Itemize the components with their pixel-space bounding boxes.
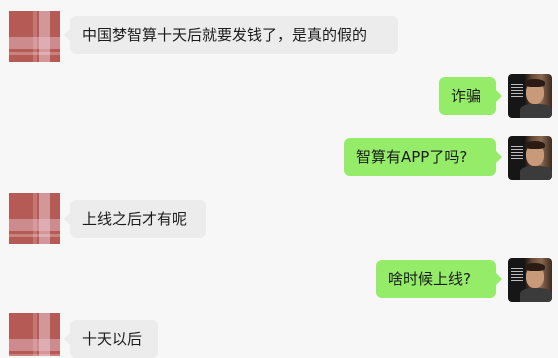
contact-avatar[interactable] [9, 11, 60, 62]
message-bubble[interactable]: 上线之后才有呢 [64, 200, 206, 238]
contact-avatar[interactable] [9, 313, 60, 356]
message-row-incoming: 十天以后 [0, 313, 558, 358]
self-avatar[interactable] [508, 74, 552, 118]
plaid-avatar-image [9, 11, 60, 62]
message-text: 智算有APP了吗? [356, 148, 468, 166]
message-text: 诈骗 [451, 87, 482, 105]
message-bubble[interactable]: 诈骗 [439, 77, 502, 115]
message-text: 十天以后 [82, 330, 143, 348]
message-row-incoming: 上线之后才有呢 [0, 193, 558, 244]
self-avatar[interactable] [508, 258, 552, 302]
message-bubble[interactable]: 智算有APP了吗? [344, 138, 502, 176]
photo-avatar-image [508, 74, 552, 118]
plaid-avatar-image [9, 313, 60, 356]
message-text: 啥时候上线? [388, 270, 471, 288]
message-bubble[interactable]: 啥时候上线? [376, 260, 502, 298]
message-bubble[interactable]: 十天以后 [64, 320, 158, 358]
chat-window: 中国梦智算十天后就要发钱了，是真的假的 诈骗 智算有APP了吗? 上线之后才有呢… [0, 0, 558, 358]
photo-avatar-image [508, 258, 552, 302]
photo-avatar-image [508, 136, 552, 180]
self-avatar[interactable] [508, 136, 552, 180]
plaid-avatar-image [9, 193, 60, 244]
message-row-outgoing: 啥时候上线? [0, 258, 558, 302]
message-text: 上线之后才有呢 [82, 210, 188, 228]
message-row-incoming: 中国梦智算十天后就要发钱了，是真的假的 [0, 9, 558, 64]
message-bubble[interactable]: 中国梦智算十天后就要发钱了，是真的假的 [64, 16, 398, 54]
message-row-outgoing: 智算有APP了吗? [0, 136, 558, 180]
contact-avatar[interactable] [9, 193, 60, 244]
message-row-outgoing: 诈骗 [0, 74, 558, 118]
message-text: 中国梦智算十天后就要发钱了，是真的假的 [82, 26, 368, 44]
